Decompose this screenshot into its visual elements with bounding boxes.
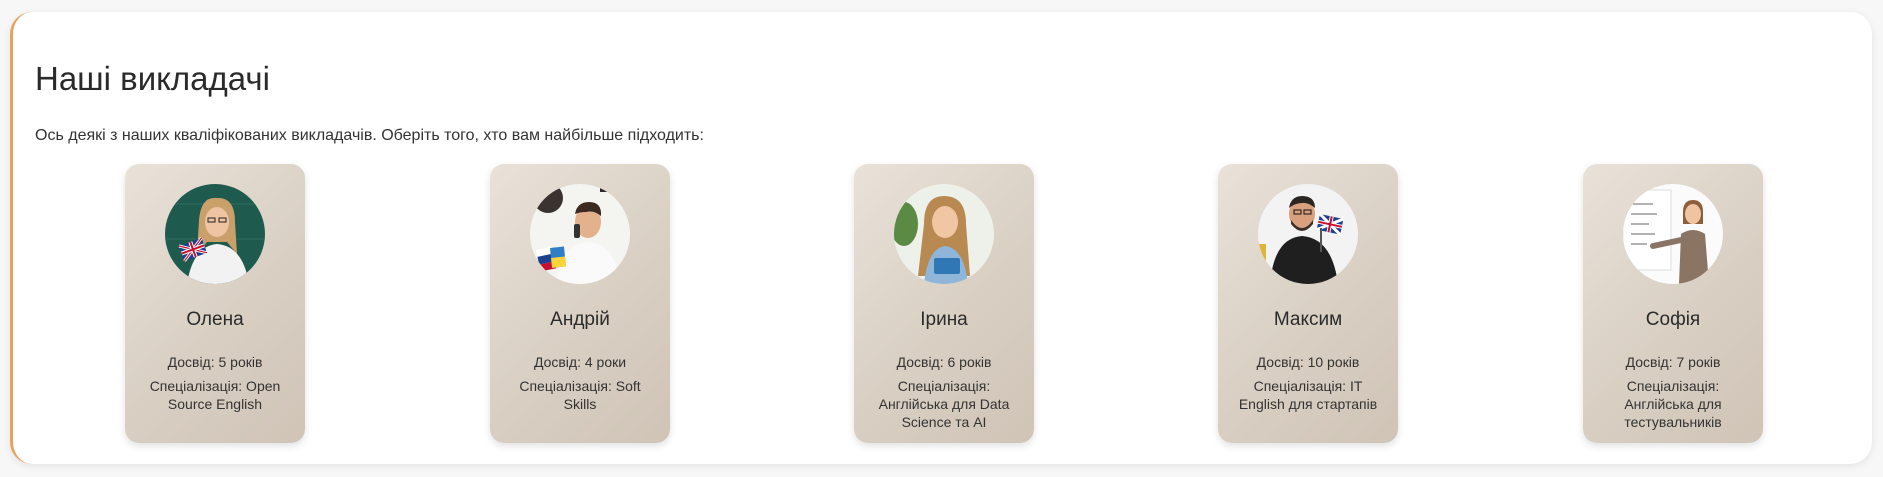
section-title: Наші викладачі (35, 60, 270, 97)
teacher-name: Софія (1645, 309, 1701, 330)
teacher-experience: Досвід: 5 років (167, 354, 263, 370)
teacher-avatar (1258, 184, 1358, 284)
teacher-card[interactable]: Софія Досвід: 7 років Спеціалізація: Анг… (1583, 164, 1763, 443)
teacher-card[interactable]: Олена Досвід: 5 років Спеціалізація: Ope… (125, 164, 305, 443)
teacher-avatar (1623, 184, 1723, 284)
teacher-specialization: Спеціалізація: Soft Skills (519, 378, 641, 412)
teacher-experience: Досвід: 4 роки (533, 354, 627, 370)
teacher-specialization: Спеціалізація: IT English для стартапів (1238, 378, 1378, 412)
teacher-experience: Досвід: 6 років (896, 354, 992, 370)
teacher-avatar (894, 184, 994, 284)
teacher-specialization: Спеціалізація: Open Source English (149, 378, 281, 412)
teacher-card[interactable]: Максим Досвід: 10 років Спеціалізація: I… (1218, 164, 1398, 443)
teacher-specialization: Спеціалізація: Англійська для тестувальн… (1624, 378, 1722, 430)
teachers-section: Наші викладачі Ось деякі з наших кваліфі… (10, 12, 1872, 464)
section-intro: Ось деякі з наших кваліфікованих виклада… (35, 127, 704, 144)
teacher-experience: Досвід: 10 років (1256, 354, 1360, 370)
teacher-avatar (165, 184, 265, 284)
teacher-specialization: Спеціалізація: Англійська для Data Scien… (878, 378, 1010, 430)
teacher-name: Андрій (550, 309, 610, 330)
teacher-card[interactable]: Ірина Досвід: 6 років Спеціалізація: Анг… (854, 164, 1034, 443)
teacher-name: Максим (1273, 309, 1343, 330)
teacher-experience: Досвід: 7 років (1625, 354, 1721, 370)
teacher-avatar (530, 184, 630, 284)
teacher-card[interactable]: Андрій Досвід: 4 роки Спеціалізація: Sof… (490, 164, 670, 443)
teacher-name: Олена (186, 309, 244, 330)
teacher-name: Ірина (920, 309, 968, 330)
